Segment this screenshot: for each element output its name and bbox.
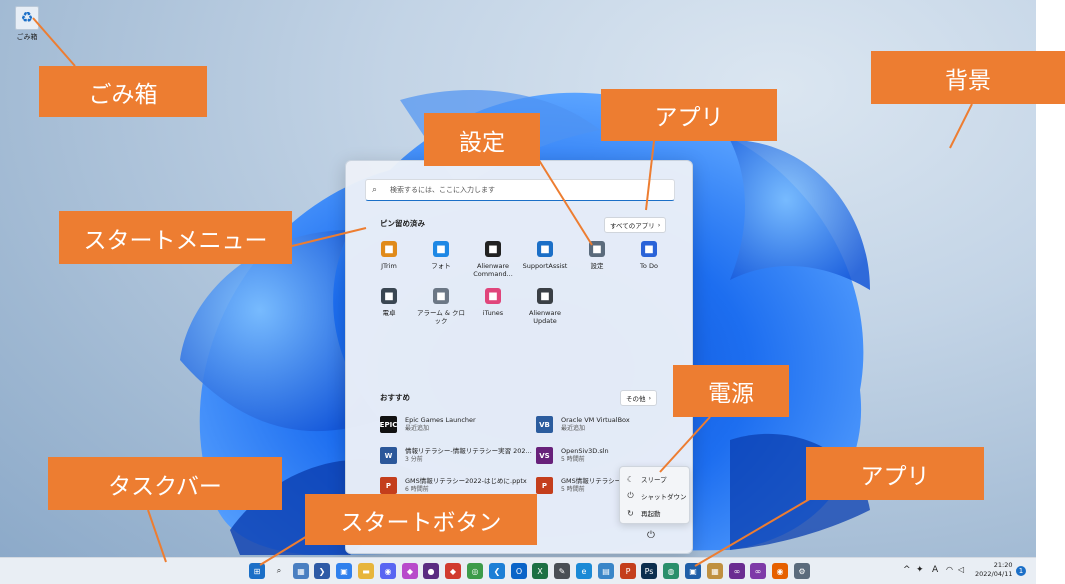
callout-taskbar: タスクバー xyxy=(48,457,282,510)
callout-start-button: スタートボタン xyxy=(305,494,537,545)
callout-start-menu: スタートメニュー xyxy=(59,211,292,264)
line-start-menu xyxy=(291,227,367,247)
line-settings xyxy=(536,156,593,246)
line-power xyxy=(659,416,711,473)
callout-power: 電源 xyxy=(673,365,789,417)
line-apps-top xyxy=(645,140,655,211)
line-background xyxy=(949,103,973,149)
callout-background: 背景 xyxy=(871,51,1065,104)
callout-apps-top: アプリ xyxy=(601,89,777,141)
callout-recycle-bin: ごみ箱 xyxy=(39,66,207,117)
line-apps-bottom xyxy=(694,489,826,567)
line-recycle-bin xyxy=(32,17,76,67)
callout-settings: 設定 xyxy=(424,113,540,166)
line-taskbar xyxy=(147,509,167,563)
callout-apps-bottom: アプリ xyxy=(806,447,984,500)
